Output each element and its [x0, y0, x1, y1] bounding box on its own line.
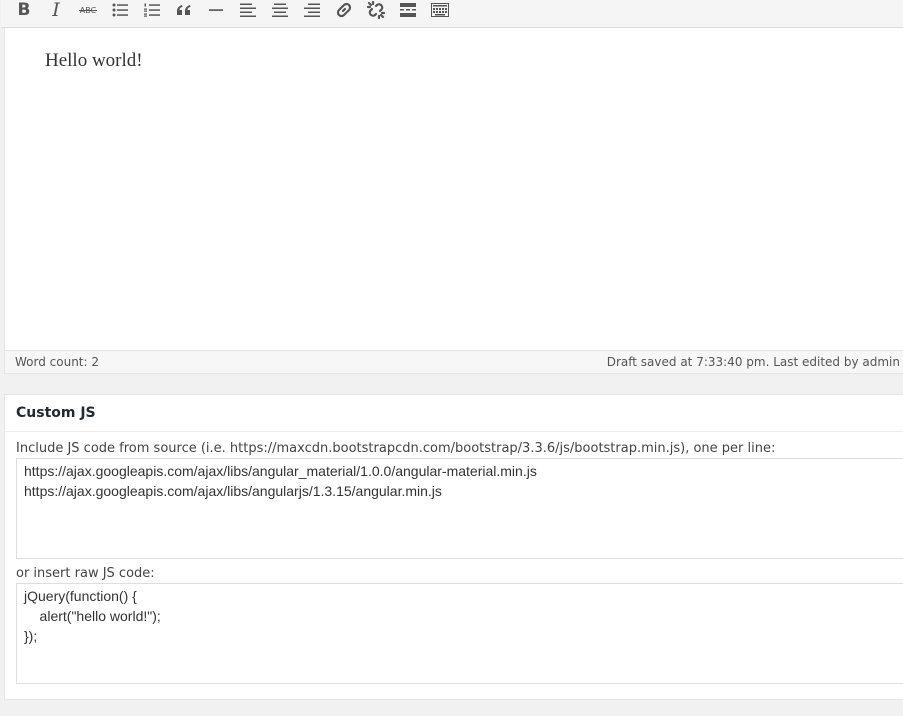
remove-link-icon [367, 1, 385, 19]
blockquote-button[interactable] [172, 0, 196, 24]
bold-button[interactable]: B [12, 0, 36, 24]
panel-title: Custom JS [16, 405, 96, 421]
editor-content[interactable]: Hello world! [45, 50, 143, 72]
align-center-icon [272, 3, 288, 17]
bulleted-list-icon [112, 3, 128, 17]
custom-js-header[interactable]: Custom JS [5, 395, 903, 432]
bulleted-list-button[interactable] [108, 0, 132, 24]
align-right-button[interactable] [300, 0, 324, 24]
horizontal-line-button[interactable] [204, 0, 228, 24]
word-count: Word count: 2 [15, 355, 100, 369]
raw-js-textarea[interactable]: jQuery(function() { alert("hello world!"… [16, 583, 903, 684]
blockquote-icon [177, 5, 191, 15]
numbered-list-icon [144, 3, 160, 17]
align-left-icon [240, 3, 256, 17]
insert-link-icon [336, 2, 352, 18]
draft-status: Draft saved at 7:33:40 pm. Last edited b… [606, 355, 900, 369]
read-more-button[interactable] [396, 0, 420, 24]
strikethrough-icon: ABC [78, 6, 98, 15]
read-more-icon [400, 3, 416, 17]
align-center-button[interactable] [268, 0, 292, 24]
toolbar-toggle-icon [431, 3, 449, 17]
post-editor: B I ABC Hello world! Word count: 2 Draft… [1, 0, 903, 374]
raw-js-label: or insert raw JS code: [16, 566, 155, 581]
remove-link-button[interactable] [364, 0, 388, 24]
align-left-button[interactable] [236, 0, 260, 24]
numbered-list-button[interactable] [140, 0, 164, 24]
toolbar-toggle-button[interactable] [428, 0, 452, 24]
bold-icon: B [17, 0, 31, 20]
custom-js-panel: Custom JS Include JS code from source (i… [4, 394, 903, 700]
insert-link-button[interactable] [332, 0, 356, 24]
js-source-textarea[interactable]: https://ajax.googleapis.com/ajax/libs/an… [16, 458, 903, 559]
horizontal-line-icon [209, 9, 223, 11]
italic-icon: I [52, 0, 60, 21]
editor-status-bar: Word count: 2 Draft saved at 7:33:40 pm.… [5, 350, 903, 373]
align-right-icon [304, 3, 320, 17]
italic-button[interactable]: I [44, 0, 68, 24]
source-label: Include JS code from source (i.e. https:… [16, 441, 776, 456]
strikethrough-button[interactable]: ABC [76, 0, 100, 24]
editor-toolbar: B I ABC [1, 0, 903, 28]
